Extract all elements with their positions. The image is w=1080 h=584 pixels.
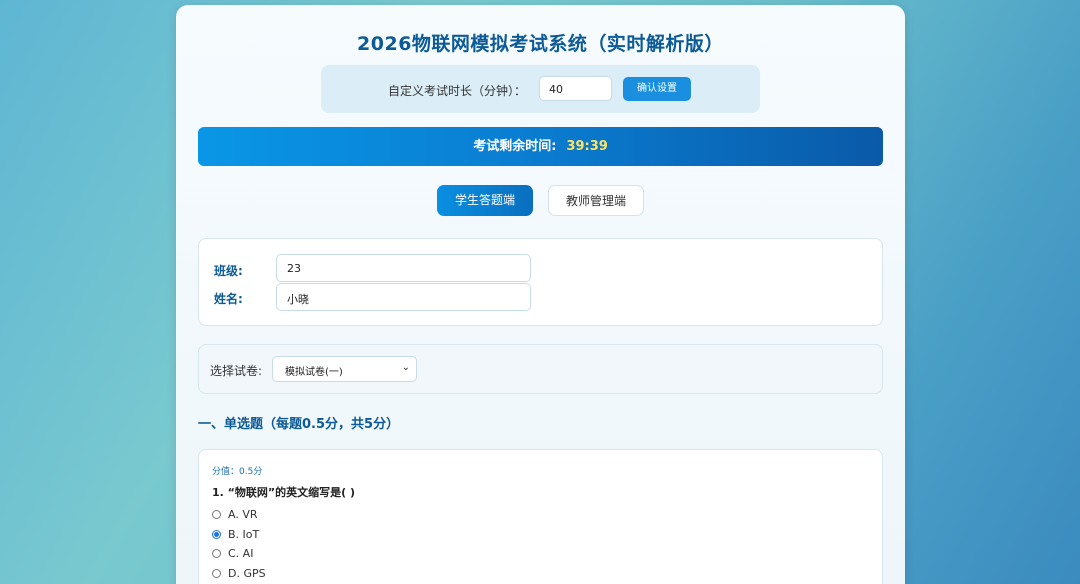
option-c-label: C. AI	[228, 547, 254, 560]
option-b-label: B. IoT	[228, 528, 260, 541]
radio-c[interactable]	[212, 549, 221, 558]
timer-label: 考试剩余时间:	[473, 139, 557, 154]
option-d-label: D. GPS	[228, 567, 266, 580]
radio-b[interactable]	[212, 530, 221, 539]
chevron-down-icon: ⌄	[401, 362, 410, 373]
option-d[interactable]: D. GPS	[212, 567, 266, 580]
option-a-label: A. VR	[228, 508, 258, 521]
class-label: 班级:	[214, 264, 243, 278]
question-text: 1. “物联网”的英文缩写是( )	[212, 486, 356, 499]
section-title: 一、单选题（每题0.5分，共5分）	[198, 417, 400, 432]
duration-input[interactable]: 40	[539, 76, 612, 101]
paper-select[interactable]: 模拟试卷(一) ⌄	[272, 356, 417, 382]
paper-select-label: 选择试卷:	[210, 364, 263, 378]
radio-d[interactable]	[212, 569, 221, 578]
duration-settings: 自定义考试时长（分钟）： 40 确认设置	[321, 65, 760, 113]
student-info-panel: 班级: 23 姓名: 小晓	[198, 238, 883, 326]
option-b[interactable]: B. IoT	[212, 528, 259, 541]
exam-card: 2026物联网模拟考试系统（实时解析版） 自定义考试时长（分钟）： 40 确认设…	[176, 5, 905, 584]
paper-select-value: 模拟试卷(一)	[285, 367, 343, 378]
tab-student[interactable]: 学生答题端	[437, 185, 533, 216]
tab-teacher[interactable]: 教师管理端	[548, 185, 644, 216]
option-c[interactable]: C. AI	[212, 547, 253, 560]
class-input[interactable]: 23	[276, 254, 531, 282]
question-score: 分值：0.5分	[212, 467, 263, 477]
page-title: 2026物联网模拟考试系统（实时解析版）	[357, 33, 724, 55]
confirm-settings-button[interactable]: 确认设置	[623, 77, 691, 101]
name-input[interactable]: 小晓	[276, 283, 531, 311]
duration-label: 自定义考试时长（分钟）：	[388, 84, 527, 98]
countdown-bar: 考试剩余时间: 39:39	[198, 127, 883, 166]
radio-a[interactable]	[212, 510, 221, 519]
paper-select-panel: 选择试卷: 模拟试卷(一) ⌄	[198, 344, 883, 394]
name-label: 姓名:	[214, 292, 243, 306]
option-a[interactable]: A. VR	[212, 508, 258, 521]
timer-value: 39:39	[566, 139, 608, 154]
question-card: 分值：0.5分 1. “物联网”的英文缩写是( ) A. VR B. IoT C…	[198, 449, 883, 584]
